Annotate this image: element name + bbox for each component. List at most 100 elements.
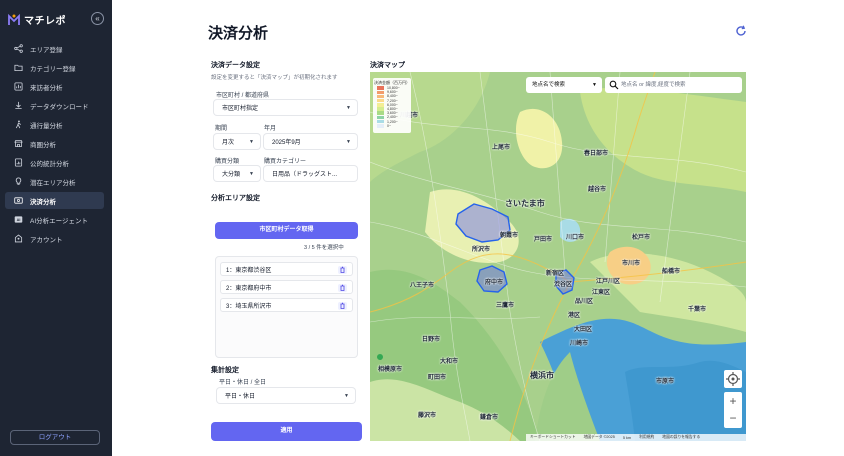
app-root: マチレポ « エリア登録 カテゴリー登録 来訪者分析 データダウンロード 通行量… bbox=[0, 0, 844, 456]
sidebar-item-label: エリア登録 bbox=[30, 46, 63, 54]
map-label: 江東区 bbox=[592, 290, 611, 296]
chart-box-icon bbox=[14, 82, 23, 91]
map-label: 川崎市 bbox=[570, 341, 589, 347]
map-label: 春日部市 bbox=[584, 151, 609, 157]
brand-name: マチレポ bbox=[24, 16, 66, 27]
brand-logo-icon bbox=[8, 13, 20, 25]
legend-row: 0~ bbox=[377, 124, 411, 128]
category-select[interactable]: 日用品（ドラッグスト... bbox=[264, 166, 357, 181]
legend-swatch bbox=[377, 107, 384, 111]
sidebar-item-data-download[interactable]: データダウンロード bbox=[5, 97, 104, 114]
report-error-link[interactable]: 地図の誤りを報告する bbox=[662, 435, 700, 440]
sidebar-item-label: アカウント bbox=[30, 236, 63, 244]
category-class-select[interactable]: 大分類 ▼ bbox=[214, 166, 260, 181]
sidebar-nav: エリア登録 カテゴリー登録 来訪者分析 データダウンロード 通行量分析 商圏分析 bbox=[5, 40, 104, 249]
map-label: 八王子市 bbox=[410, 283, 435, 289]
zoom-in-button[interactable]: + bbox=[724, 392, 742, 410]
sidebar-item-public-statistics[interactable]: 公的統計分析 bbox=[5, 154, 104, 171]
map-label: 町田市 bbox=[428, 375, 447, 381]
refresh-icon[interactable] bbox=[735, 25, 747, 37]
legend-swatch bbox=[377, 115, 384, 120]
period-select[interactable]: 月次 ▼ bbox=[214, 134, 260, 149]
trash-icon[interactable] bbox=[338, 302, 347, 310]
map-label: 渋谷区 bbox=[554, 282, 573, 288]
map-label: 藤沢市 bbox=[418, 413, 437, 419]
trash-icon[interactable] bbox=[338, 266, 347, 274]
category-class-select-value: 大分類 bbox=[222, 172, 241, 178]
sidebar-item-traffic-analysis[interactable]: 通行量分析 bbox=[5, 116, 104, 133]
page-title: 決済分析 bbox=[208, 25, 269, 42]
list-item[interactable]: 3：埼玉県所沢市 bbox=[220, 298, 353, 312]
map-label: 戸田市 bbox=[534, 237, 553, 243]
map-label: 松戸市 bbox=[632, 235, 651, 241]
map-label: 相模原市 bbox=[378, 367, 403, 373]
map-label: 横浜市 bbox=[530, 371, 554, 380]
sidebar-item-category-register[interactable]: カテゴリー登録 bbox=[5, 59, 104, 76]
sidebar-item-account[interactable]: アカウント bbox=[5, 230, 104, 247]
map-search-placeholder: 地点名 or 緯度,経度で検索 bbox=[621, 82, 686, 88]
map-search-type-select[interactable]: 地点名で検索 ▼ bbox=[526, 77, 602, 93]
sidebar-item-label: 商圏分析 bbox=[30, 141, 56, 149]
zoom-out-button[interactable]: − bbox=[724, 410, 742, 428]
svg-text:AI: AI bbox=[17, 218, 21, 222]
logout-button[interactable]: ログアウト bbox=[10, 430, 100, 445]
map-label: 市川市 bbox=[622, 261, 641, 267]
map-search-input[interactable]: 地点名 or 緯度,経度で検索 bbox=[605, 77, 742, 93]
map-legend: 決済金額（百万円） 10,800~ 9,600~ 8,400~ 7,200~ 6… bbox=[373, 78, 411, 133]
payment-card-icon bbox=[14, 197, 23, 204]
map-canvas[interactable] bbox=[370, 72, 746, 441]
map-label: 越谷市 bbox=[588, 187, 607, 193]
legend-swatch bbox=[377, 119, 384, 124]
chevron-down-icon: ▼ bbox=[344, 393, 349, 399]
keyboard-shortcuts-link[interactable]: キーボードショートカット bbox=[530, 435, 576, 440]
map-label: 上尾市 bbox=[492, 145, 511, 151]
sidebar-item-potential-area[interactable]: 潜在エリア分析 bbox=[5, 173, 104, 190]
chevron-down-icon: ▼ bbox=[249, 139, 254, 145]
sidebar-item-trade-area-analysis[interactable]: 商圏分析 bbox=[5, 135, 104, 152]
locate-button[interactable] bbox=[724, 370, 742, 388]
sidebar-item-label: 公的統計分析 bbox=[30, 160, 69, 168]
map-label: 朝霞市 bbox=[500, 233, 519, 239]
month-field-label: 年月 bbox=[264, 126, 277, 132]
payment-settings-subtitle: 設定を変更すると「決済マップ」が初期化されます bbox=[211, 75, 338, 81]
month-select[interactable]: 2025年9月 ▼ bbox=[264, 134, 357, 149]
terms-link[interactable]: 利用規約 bbox=[639, 435, 654, 440]
map-label: 所沢市 bbox=[472, 247, 491, 253]
fetch-municipality-data-button[interactable]: 市区町村データ取得 bbox=[215, 222, 358, 239]
trash-icon[interactable] bbox=[338, 284, 347, 292]
day-type-select[interactable]: 平日・休日 ▼ bbox=[217, 388, 355, 403]
list-item[interactable]: 1：東京都渋谷区 bbox=[220, 262, 353, 276]
map-label: 大田区 bbox=[574, 327, 593, 333]
map-label: 市原市 bbox=[656, 379, 675, 385]
legend-swatch bbox=[377, 86, 384, 90]
legend-swatch bbox=[377, 103, 384, 107]
chevron-down-icon: ▼ bbox=[346, 105, 351, 111]
sidebar-item-payment-analysis[interactable]: 決済分析 bbox=[5, 192, 104, 209]
sidebar-item-visitor-analysis[interactable]: 来訪者分析 bbox=[5, 78, 104, 95]
sidebar: マチレポ « エリア登録 カテゴリー登録 来訪者分析 データダウンロード 通行量… bbox=[0, 0, 112, 456]
legend-swatch bbox=[377, 98, 384, 103]
sidebar-item-label: データダウンロード bbox=[30, 103, 89, 111]
list-item[interactable]: 2：東京都府中市 bbox=[220, 280, 353, 294]
chevron-down-icon: ▼ bbox=[346, 139, 351, 145]
sidebar-item-ai-agent[interactable]: AI AI分析エージェント bbox=[5, 211, 104, 228]
legend-swatch bbox=[377, 90, 384, 95]
sidebar-item-label: AI分析エージェント bbox=[30, 217, 89, 225]
area-select[interactable]: 市区町村指定 ▼ bbox=[214, 100, 357, 115]
sidebar-item-label: 通行量分析 bbox=[30, 122, 63, 130]
collapse-sidebar-button[interactable]: « bbox=[91, 12, 104, 25]
map-label: 三鷹市 bbox=[496, 303, 515, 309]
walking-icon bbox=[15, 120, 21, 129]
map-label: 鎌倉市 bbox=[480, 415, 499, 421]
map-data-attribution: 地図データ ©2025 bbox=[583, 435, 615, 439]
download-icon bbox=[15, 101, 22, 110]
apply-button[interactable]: 適用 bbox=[211, 422, 362, 441]
ai-icon: AI bbox=[14, 216, 23, 223]
legend-label: 0~ bbox=[387, 123, 391, 128]
period-field-label: 期間 bbox=[215, 126, 228, 132]
sidebar-item-area-register[interactable]: エリア登録 bbox=[5, 40, 104, 57]
brand[interactable]: マチレポ bbox=[7, 12, 66, 27]
payment-map[interactable]: 川越市 さいたま市 八王子市 新宿区 横浜市 川崎市 大田区 品川区 船橋市 千… bbox=[370, 72, 746, 441]
legend-title: 決済金額（百万円） bbox=[374, 80, 410, 85]
map-label: 日野市 bbox=[422, 337, 441, 343]
